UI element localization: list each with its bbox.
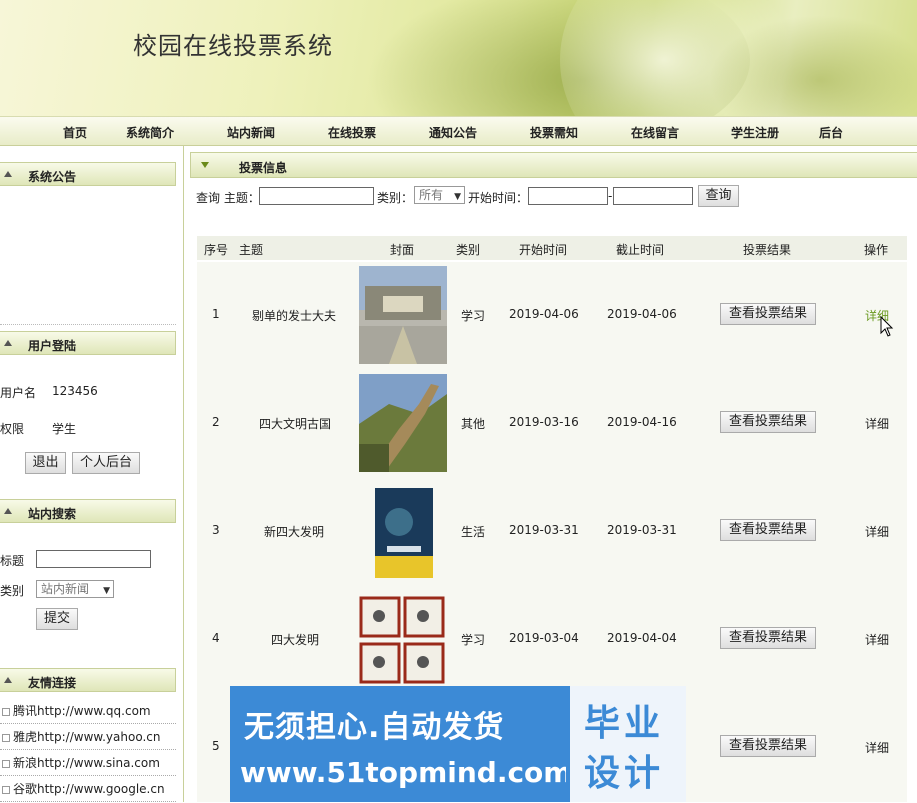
cover-image [359, 374, 447, 472]
search-header: 站内搜索 [0, 499, 176, 523]
collapse-icon [4, 508, 12, 514]
detail-link[interactable]: 详细 [865, 631, 889, 648]
table-row: 2 四大文明古国 其他 2019-03-16 2019-04-16 查看投票结果… [197, 370, 907, 479]
nav-notice[interactable]: 通知公告 [429, 124, 477, 141]
nav-admin[interactable]: 后台 [819, 124, 843, 141]
header-banner: 校园在线投票系统 [0, 0, 917, 116]
watermark-badge: 毕业 设计 [566, 686, 686, 802]
watermark-banner: 无须担心.自动发货 www.51topmind.com 毕业 设计 [230, 686, 686, 802]
table-row: 4 四大发明 学习 2019-03-04 2019-04-04 查看投票结果 详… [197, 586, 907, 695]
collapse-icon [4, 171, 12, 177]
mouse-cursor-icon [880, 316, 894, 337]
filter-category-select[interactable]: 所有 ▼ [414, 186, 465, 204]
nav-news[interactable]: 站内新闻 [227, 124, 275, 141]
cover-image [359, 590, 447, 688]
view-result-button[interactable]: 查看投票结果 [720, 735, 816, 757]
cover-image [359, 266, 447, 364]
detail-link[interactable]: 详细 [865, 739, 889, 756]
search-category-label: 类别 [0, 584, 25, 598]
view-result-button[interactable]: 查看投票结果 [720, 411, 816, 433]
start-time-to-input[interactable] [613, 187, 693, 205]
username-value: 123456 [52, 384, 98, 398]
notice-header: 系统公告 [0, 162, 176, 186]
username-label: 用户名 [0, 386, 37, 400]
login-header: 用户登陆 [0, 331, 176, 355]
column-divider [183, 145, 184, 802]
query-label: 查询 主题： [196, 191, 260, 205]
cover-image [359, 482, 447, 580]
expand-icon [201, 162, 209, 168]
search-title-input[interactable] [36, 550, 151, 568]
topic-input[interactable] [259, 187, 374, 205]
nav-home[interactable]: 首页 [63, 124, 87, 141]
vote-info-header: 投票信息 [190, 152, 917, 178]
friend-link[interactable]: 雅虎http://www.yahoo.cn [0, 725, 176, 750]
role-label: 权限 [0, 422, 25, 436]
logout-button[interactable]: 退出 [25, 452, 66, 474]
friend-link[interactable]: 谷歌http://www.google.cn [0, 777, 176, 802]
nav-register[interactable]: 学生注册 [731, 124, 779, 141]
table-row: 3 新四大发明 生活 2019-03-31 2019-03-31 查看投票结果 … [197, 478, 907, 587]
table-header: 序号 主题 封面 类别 开始时间 截止时间 投票结果 操作 [197, 236, 907, 260]
nav-intro[interactable]: 系统简介 [126, 124, 174, 141]
role-value: 学生 [52, 422, 77, 436]
filter-category-label: 类别： [377, 191, 414, 205]
view-result-button[interactable]: 查看投票结果 [720, 303, 816, 325]
collapse-icon [4, 340, 12, 346]
nav-vote-guide[interactable]: 投票需知 [530, 124, 578, 141]
search-submit-button[interactable]: 提交 [36, 608, 78, 630]
table-row: 1 剔单的发士大夫 学习 2019-04-06 2019-04-06 查看投票结… [197, 262, 907, 371]
notice-scroll-area [0, 318, 176, 325]
friend-link[interactable]: 腾讯http://www.qq.com [0, 699, 176, 724]
dropdown-arrow-icon: ▼ [454, 192, 461, 202]
main-nav: 首页 系统简介 站内新闻 在线投票 通知公告 投票需知 在线留言 学生注册 后台 [0, 116, 917, 146]
detail-link[interactable]: 详细 [865, 415, 889, 432]
collapse-icon [4, 677, 12, 683]
site-title: 校园在线投票系统 [133, 32, 333, 60]
search-category-select[interactable]: 站内新闻 ▼ [36, 580, 114, 598]
view-result-button[interactable]: 查看投票结果 [720, 519, 816, 541]
nav-vote[interactable]: 在线投票 [328, 124, 376, 141]
start-time-from-input[interactable] [528, 187, 608, 205]
nav-message[interactable]: 在线留言 [631, 124, 679, 141]
view-result-button[interactable]: 查看投票结果 [720, 627, 816, 649]
friend-link[interactable]: 新浪http://www.sina.com [0, 751, 176, 776]
start-time-label: 开始时间： [468, 191, 529, 205]
query-button[interactable]: 查询 [698, 185, 739, 207]
search-title-label: 标题 [0, 554, 25, 568]
detail-link[interactable]: 详细 [865, 523, 889, 540]
personal-admin-button[interactable]: 个人后台 [72, 452, 140, 474]
dropdown-arrow-icon: ▼ [103, 586, 110, 596]
links-header: 友情连接 [0, 668, 176, 692]
